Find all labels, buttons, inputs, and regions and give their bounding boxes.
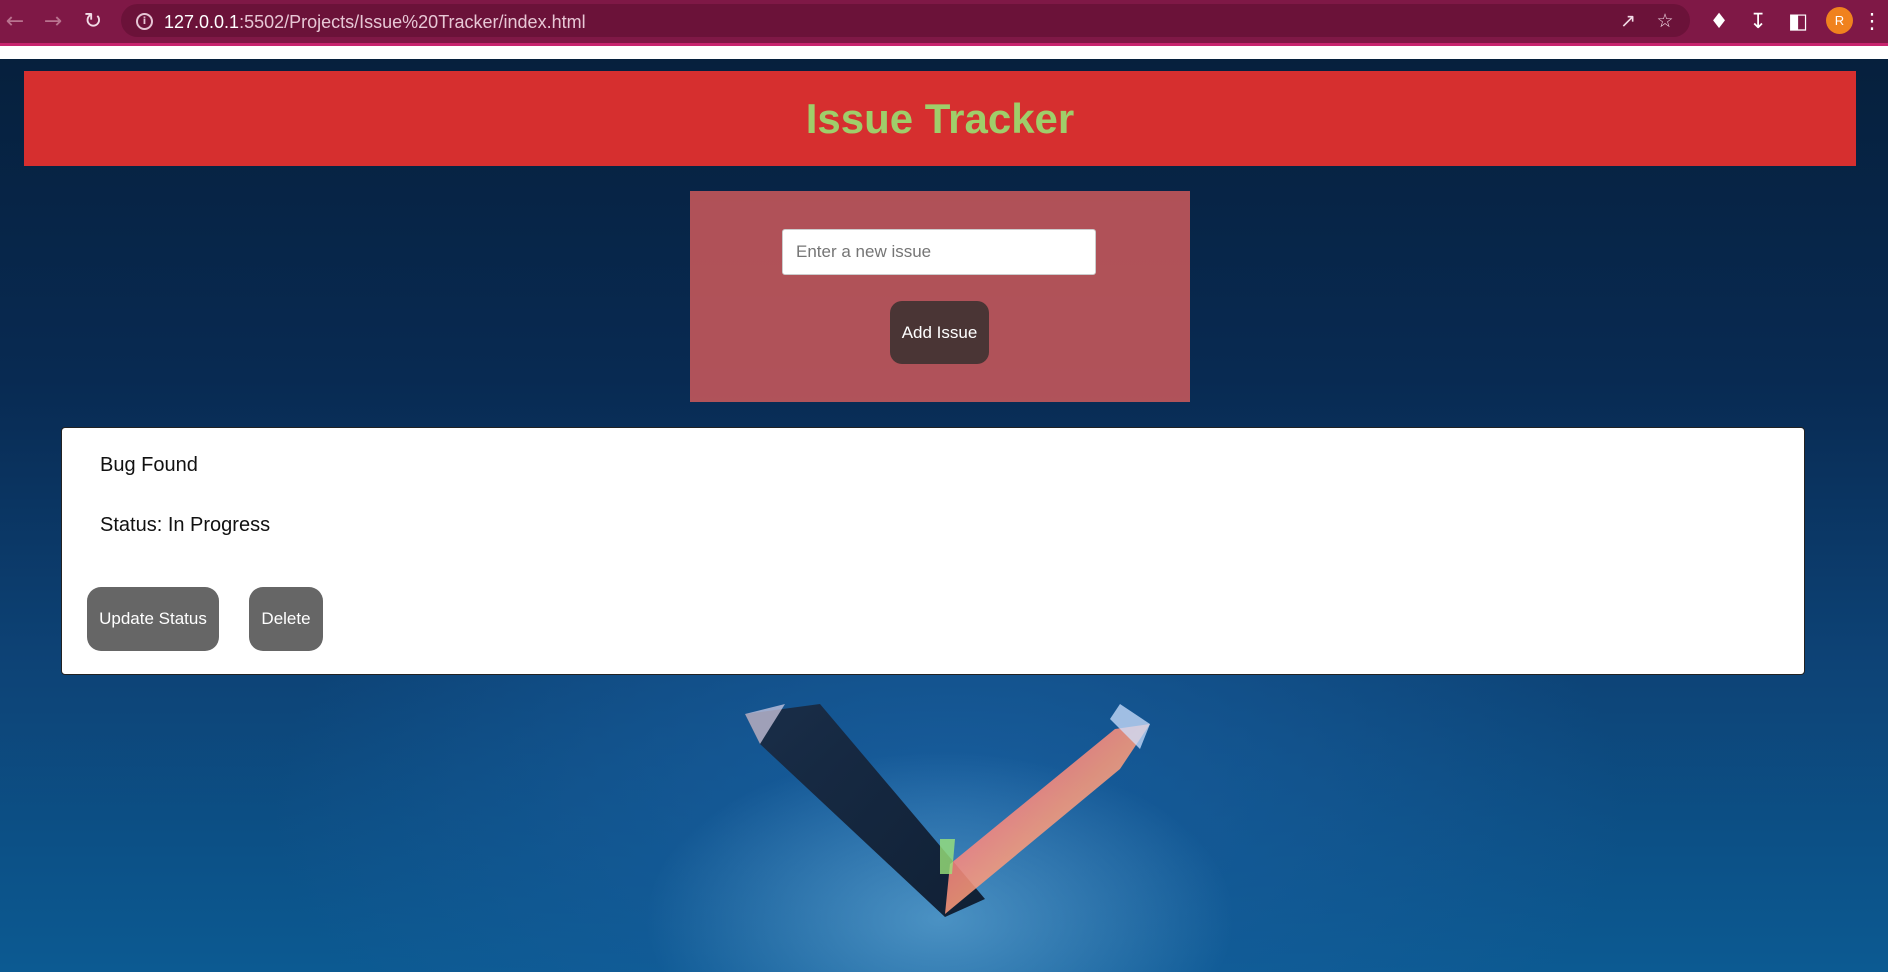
browser-toolbar: ← → ↻ i 127.0.0.1:5502/Projects/Issue%20… (0, 0, 1888, 43)
address-bar[interactable]: i 127.0.0.1:5502/Projects/Issue%20Tracke… (121, 4, 1690, 37)
new-issue-input[interactable] (782, 229, 1096, 275)
issue-title: Bug Found (100, 454, 198, 476)
url-path: :5502/Projects/Issue%20Tracker/index.htm… (239, 12, 586, 32)
toolbar-divider (0, 43, 1888, 46)
new-issue-form: Add Issue (690, 191, 1190, 402)
info-icon[interactable]: i (136, 13, 153, 30)
url-host: 127.0.0.1 (164, 12, 240, 32)
update-status-button[interactable]: Update Status (87, 587, 219, 651)
reload-icon[interactable]: ↻ (78, 6, 108, 36)
download-icon[interactable]: ↧ (1743, 6, 1773, 36)
app-header: Issue Tracker (24, 71, 1856, 166)
avatar[interactable]: R (1826, 7, 1853, 34)
delete-button[interactable]: Delete (249, 587, 323, 651)
page-title: Issue Tracker (805, 94, 1075, 142)
issue-status: Status: In Progress (100, 514, 271, 536)
issue-card: Bug Found Status: In Progress Update Sta… (61, 427, 1805, 675)
share-icon[interactable]: ↗ (1615, 8, 1641, 34)
back-arrow-icon[interactable]: ← (0, 6, 30, 36)
side-panel-icon[interactable]: ◧ (1783, 6, 1813, 36)
star-icon[interactable]: ☆ (1652, 8, 1678, 34)
menu-dots-icon[interactable]: ⋮ (1862, 6, 1883, 36)
add-issue-button[interactable]: Add Issue (890, 301, 989, 364)
forward-arrow-icon[interactable]: → (38, 6, 68, 36)
url-text[interactable]: 127.0.0.1:5502/Projects/Issue%20Tracker/… (164, 12, 586, 33)
extensions-icon[interactable]: ♦ (1704, 6, 1734, 36)
background-prism (745, 704, 1150, 917)
